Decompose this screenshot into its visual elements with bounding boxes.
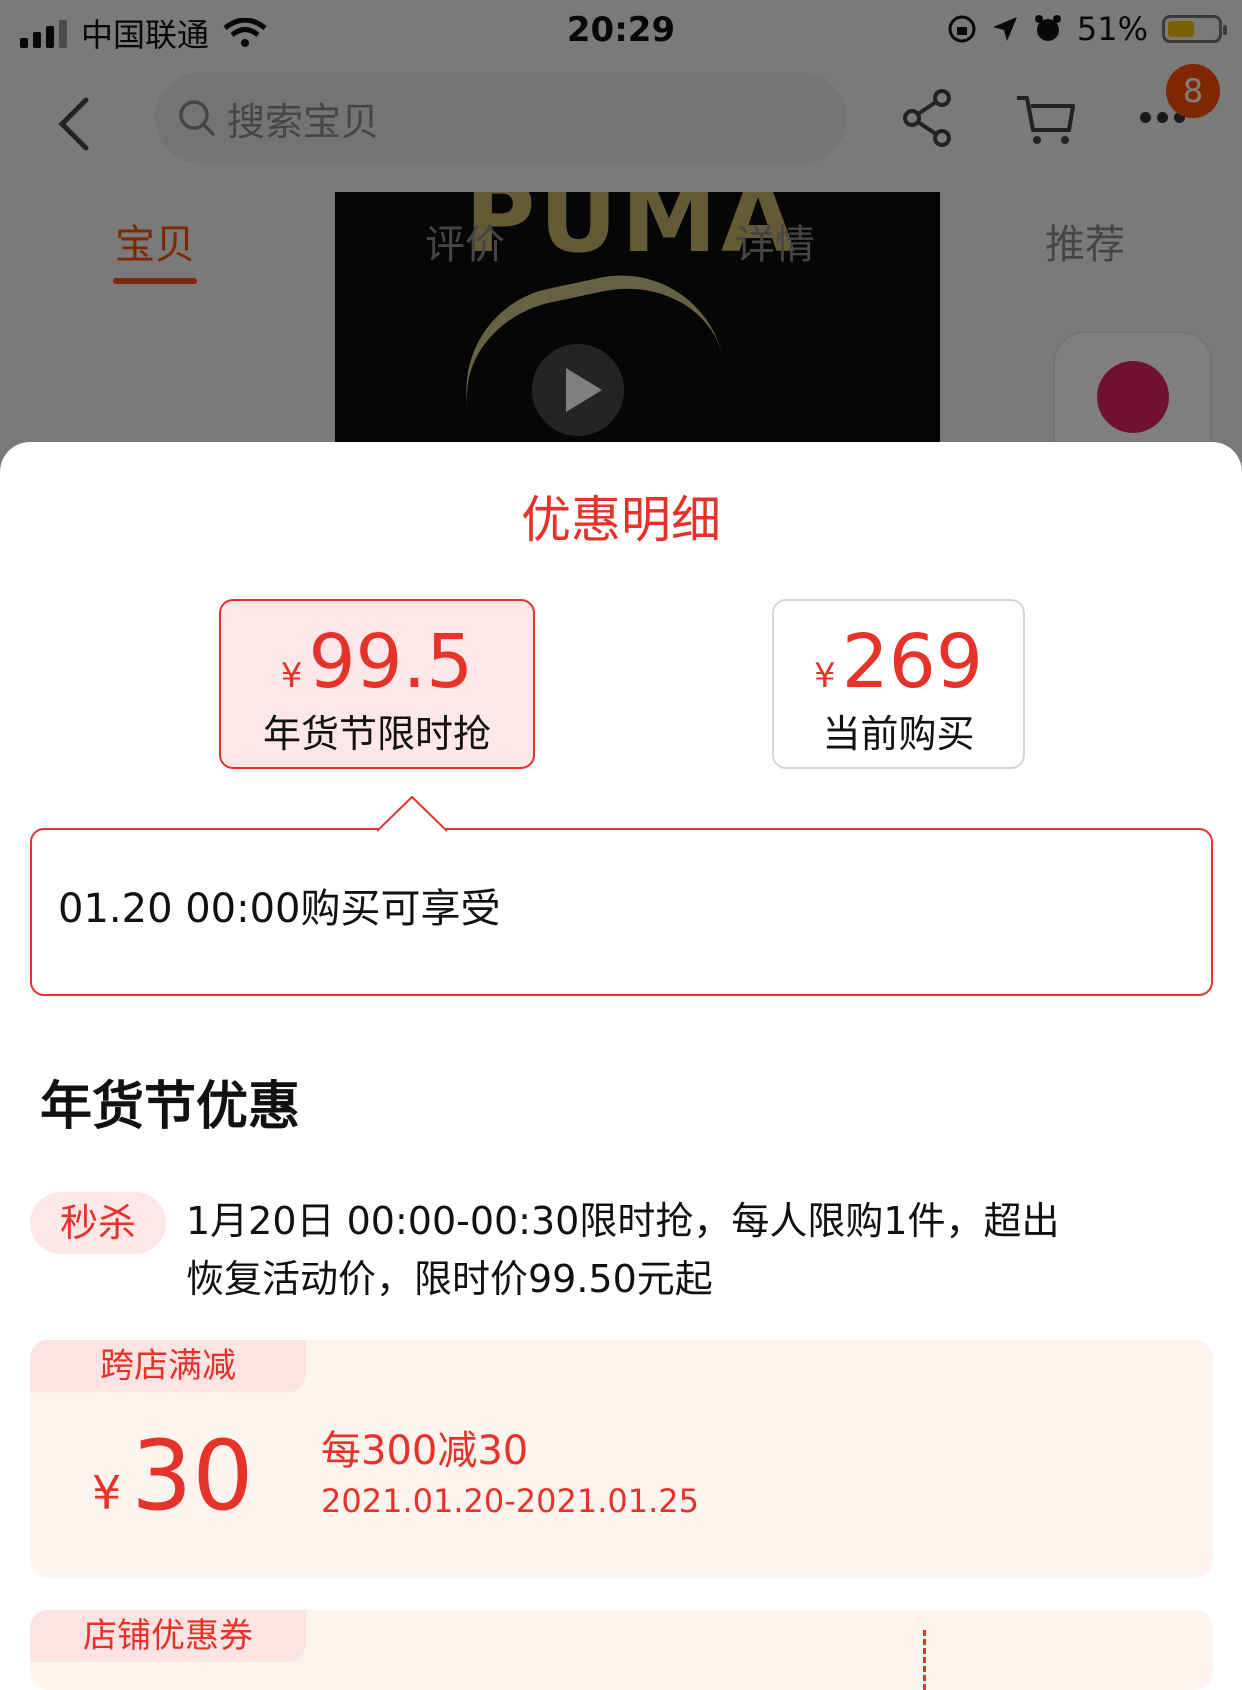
sheet-title: 优惠明细 (521, 491, 721, 549)
tooltip-arrow (377, 796, 447, 832)
price-value: 269 (841, 619, 983, 705)
currency-symbol: ¥ (814, 656, 836, 696)
coupon-store[interactable]: 店铺优惠券 (30, 1610, 1213, 1690)
discount-detail-sheet: 优惠明细 ¥ 99.5 年货节限时抢 ¥ 269 当前购买 01.20 00:0… (0, 442, 1242, 1690)
coupon-value: 30 (131, 1420, 254, 1532)
price-value: 99.5 (308, 619, 474, 705)
coupon-tag: 店铺优惠券 (30, 1610, 306, 1662)
price-option-current[interactable]: ¥ 269 当前购买 (772, 599, 1025, 769)
section-title: 年货节优惠 (40, 1077, 301, 1137)
currency-symbol: ¥ (280, 656, 303, 696)
currency-symbol: ¥ (92, 1466, 122, 1520)
coupon-amount: ¥ 30 (92, 1420, 253, 1532)
price-option-festival[interactable]: ¥ 99.5 年货节限时抢 (219, 599, 535, 769)
price-tooltip: 01.20 00:00购买可享受 (30, 796, 1213, 996)
price-line: ¥ 99.5 (221, 619, 533, 705)
coupon-divider (923, 1630, 926, 1690)
price-label: 当前购买 (822, 712, 975, 756)
seckill-description: 1月20日 00:00-00:30限时抢，每人限购1件，超出恢复活动价，限时价9… (186, 1199, 1060, 1301)
coupon-cross-store[interactable]: 跨店满减 ¥ 30 每300减30 2021.01.20-2021.01.25 (30, 1340, 1213, 1578)
seckill-tag: 秒杀 (30, 1192, 166, 1254)
coupon-tag: 跨店满减 (30, 1340, 306, 1392)
price-label: 年货节限时抢 (262, 712, 491, 756)
coupon-date: 2021.01.20-2021.01.25 (321, 1482, 699, 1520)
coupon-rule: 每300减30 (321, 1428, 529, 1474)
price-line: ¥ 269 (774, 619, 1023, 705)
tooltip-text: 01.20 00:00购买可享受 (58, 886, 501, 932)
